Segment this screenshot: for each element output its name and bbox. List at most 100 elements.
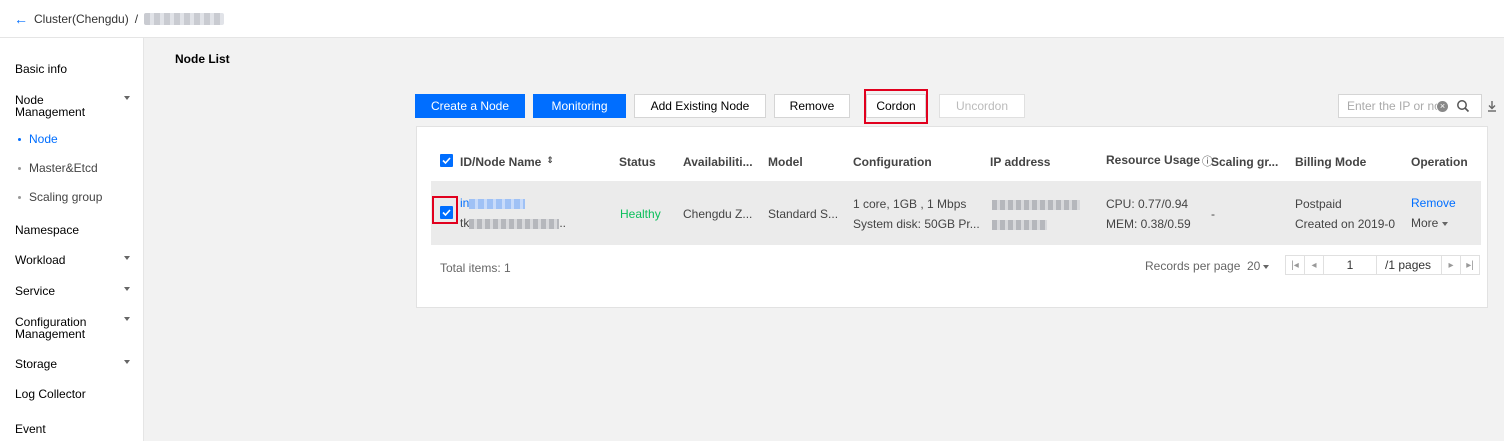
row-checkbox[interactable] bbox=[440, 206, 453, 219]
sidebar-item-label: Management bbox=[15, 105, 86, 119]
prev-page-button[interactable]: ◂ bbox=[1304, 255, 1324, 275]
sidebar-item-workload[interactable]: Workload bbox=[15, 254, 65, 266]
redacted-ip bbox=[992, 219, 1047, 230]
clear-icon[interactable]: × bbox=[1437, 100, 1448, 112]
total-items: Total items: 1 bbox=[440, 261, 511, 275]
cpu-usage: CPU: 0.77/0.94 bbox=[1106, 197, 1189, 211]
sidebar: Basic info Node Management Node Master&E… bbox=[0, 38, 144, 441]
last-page-button[interactable]: ▸| bbox=[1460, 255, 1480, 275]
next-page-button[interactable]: ▸ bbox=[1441, 255, 1461, 275]
column-header-resource-usage: Resource Usage ⓘ bbox=[1106, 153, 1213, 169]
column-header-ip: IP address bbox=[990, 155, 1051, 169]
sidebar-item-service[interactable]: Service bbox=[15, 285, 55, 297]
row-remove-link[interactable]: Remove bbox=[1411, 193, 1456, 213]
sidebar-subitem-node[interactable]: Node bbox=[18, 133, 58, 145]
download-icon[interactable] bbox=[1486, 99, 1498, 113]
node-name: tk.. bbox=[460, 213, 566, 233]
chevron-down-icon[interactable] bbox=[124, 287, 130, 291]
sidebar-item-node-management[interactable]: Node Management bbox=[15, 94, 85, 118]
sidebar-item-storage[interactable]: Storage bbox=[15, 358, 57, 370]
sidebar-item-log-collector[interactable]: Log Collector bbox=[15, 388, 86, 400]
chevron-down-icon bbox=[1442, 221, 1449, 226]
breadcrumb-separator: / bbox=[134, 11, 139, 26]
next-page-icon: ▸ bbox=[1448, 259, 1454, 271]
breadcrumb-cluster-id-redacted bbox=[144, 12, 225, 25]
page-number-input[interactable]: 1 bbox=[1323, 255, 1377, 275]
column-header-label: Resource Usage bbox=[1106, 153, 1201, 167]
column-header-id[interactable]: ID/Node Name ⇕ bbox=[460, 155, 554, 169]
sidebar-subitem-label: Master&Etcd bbox=[29, 161, 98, 175]
row-more-dropdown[interactable]: More bbox=[1411, 213, 1449, 233]
records-per-page-label: Records per page bbox=[1145, 259, 1241, 273]
node-id-text: in bbox=[460, 196, 470, 210]
column-header-label: ID/Node Name bbox=[460, 155, 542, 169]
column-header-availability: Availabiliti... bbox=[683, 155, 753, 169]
sidebar-subitem-label: Node bbox=[29, 132, 58, 146]
node-name-ellipsis: .. bbox=[559, 216, 567, 230]
ip-private-redacted bbox=[992, 214, 1047, 234]
search-icon[interactable] bbox=[1456, 99, 1470, 113]
chevron-down-icon[interactable] bbox=[124, 317, 130, 321]
mem-usage: MEM: 0.38/0.59 bbox=[1106, 217, 1191, 231]
created-date: Created on 2019-0 bbox=[1295, 217, 1396, 231]
first-page-button[interactable]: |◂ bbox=[1285, 255, 1305, 275]
select-all-checkbox[interactable] bbox=[440, 154, 453, 167]
sidebar-item-label: Management bbox=[15, 327, 86, 341]
sidebar-item-basic-info[interactable]: Basic info bbox=[15, 63, 67, 75]
billing-mode: Postpaid bbox=[1295, 197, 1342, 211]
monitoring-button[interactable]: Monitoring bbox=[533, 94, 626, 118]
remove-button[interactable]: Remove bbox=[774, 94, 850, 118]
ip-public-redacted bbox=[992, 194, 1080, 214]
sidebar-item-namespace[interactable]: Namespace bbox=[15, 224, 79, 236]
redacted-ip bbox=[992, 199, 1080, 210]
create-node-button[interactable]: Create a Node bbox=[415, 94, 525, 118]
scaling-group-value: - bbox=[1211, 207, 1215, 221]
node-table: ID/Node Name ⇕ Status Availabiliti... Mod… bbox=[416, 126, 1488, 308]
chevron-down-icon[interactable] bbox=[124, 256, 130, 260]
last-page-icon: ▸| bbox=[1466, 259, 1474, 271]
chevron-down-icon[interactable] bbox=[124, 96, 130, 100]
node-id-redacted bbox=[469, 198, 526, 209]
sidebar-subitem-label: Scaling group bbox=[29, 190, 103, 204]
node-id-link[interactable]: in bbox=[460, 193, 526, 213]
cordon-button[interactable]: Cordon bbox=[866, 94, 926, 118]
page-title: Node List bbox=[175, 52, 230, 66]
add-existing-node-button[interactable]: Add Existing Node bbox=[634, 94, 766, 118]
chevron-down-icon[interactable] bbox=[124, 360, 130, 364]
status-healthy: Healthy bbox=[620, 207, 661, 221]
bullet-icon bbox=[18, 167, 21, 171]
prev-page-icon: ◂ bbox=[1311, 259, 1317, 271]
config-disk: System disk: 50GB Pr... bbox=[853, 217, 980, 231]
top-bar: ← Cluster(Chengdu) / bbox=[0, 0, 1504, 38]
chevron-down-icon bbox=[1263, 264, 1270, 269]
node-name-redacted bbox=[469, 218, 560, 229]
breadcrumb-cluster[interactable]: Cluster(Chengdu) bbox=[34, 12, 129, 26]
table-row[interactable]: in tk.. Healthy Chengdu Z... Standard S.… bbox=[431, 181, 1481, 245]
column-header-configuration: Configuration bbox=[853, 155, 932, 169]
first-page-icon: |◂ bbox=[1291, 259, 1299, 271]
availability-zone: Chengdu Z... bbox=[683, 207, 753, 221]
bullet-icon bbox=[18, 138, 21, 142]
config-spec: 1 core, 1GB , 1 Mbps bbox=[853, 197, 967, 211]
column-header-status: Status bbox=[619, 155, 656, 169]
column-header-model: Model bbox=[768, 155, 803, 169]
column-header-scaling-group: Scaling gr... bbox=[1211, 155, 1279, 169]
node-name-text: tk bbox=[460, 216, 470, 230]
page-size-select[interactable]: 20 bbox=[1247, 259, 1270, 273]
bullet-icon bbox=[18, 196, 21, 200]
column-header-operation: Operation bbox=[1411, 155, 1468, 169]
page-size-value: 20 bbox=[1247, 259, 1261, 273]
column-header-billing-mode: Billing Mode bbox=[1295, 155, 1367, 169]
sidebar-item-event[interactable]: Event bbox=[15, 423, 46, 435]
search-input[interactable] bbox=[1347, 96, 1437, 116]
sidebar-item-configuration-management[interactable]: Configuration Management bbox=[15, 316, 86, 340]
back-arrow-icon[interactable]: ← bbox=[14, 12, 28, 26]
sort-icon[interactable]: ⇕ bbox=[546, 155, 554, 165]
node-model: Standard S... bbox=[768, 207, 839, 221]
more-label: More bbox=[1411, 216, 1439, 230]
check-icon bbox=[442, 209, 451, 217]
sidebar-subitem-master-etcd[interactable]: Master&Etcd bbox=[18, 162, 98, 174]
search-box: × bbox=[1338, 94, 1482, 118]
uncordon-button[interactable]: Uncordon bbox=[939, 94, 1025, 118]
sidebar-subitem-scaling-group[interactable]: Scaling group bbox=[18, 191, 102, 203]
